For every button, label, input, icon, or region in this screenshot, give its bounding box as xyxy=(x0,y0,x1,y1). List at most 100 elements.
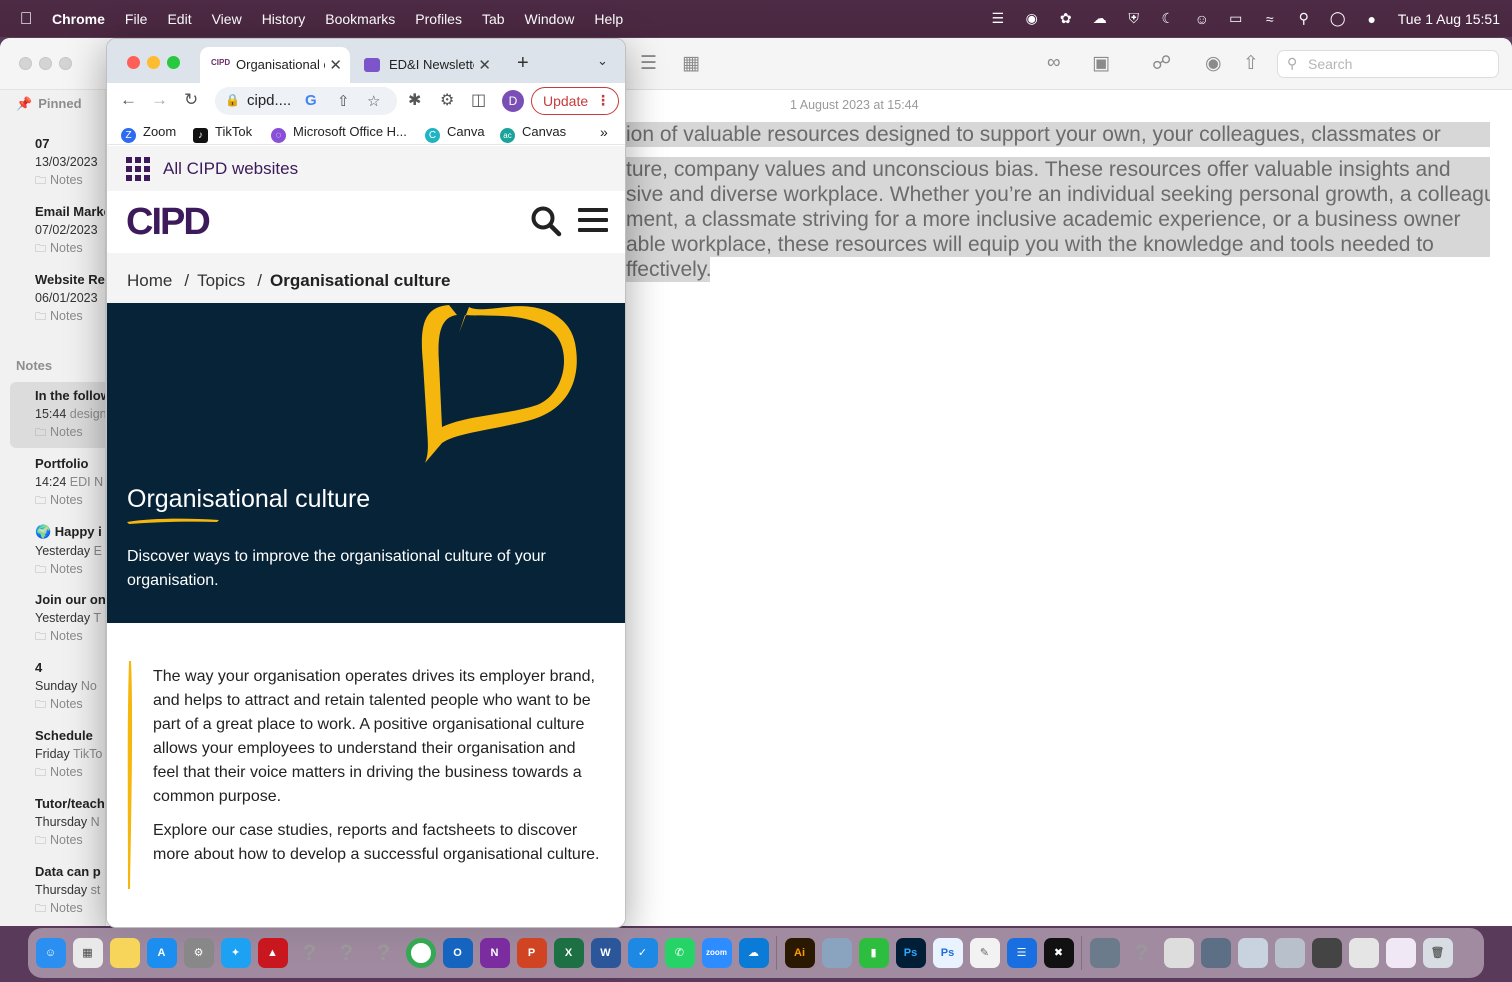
note-list-item[interactable]: 🌍 Happy i Yesterday E 🗀 Notes xyxy=(10,518,105,584)
bookmark-canva[interactable]: C Canva xyxy=(425,124,485,143)
update-button[interactable]: Update ⋮ xyxy=(531,87,619,115)
hamburger-menu-icon[interactable] xyxy=(578,208,608,238)
back-arrow-icon[interactable]: ← xyxy=(120,90,137,110)
note-list-item[interactable]: Website Re 06/01/2023 🗀 Notes xyxy=(10,266,105,332)
bookmark-canvas[interactable]: ac Canvas xyxy=(500,124,566,143)
battery-icon[interactable]: ▭ xyxy=(1226,10,1246,27)
textedit-icon[interactable]: ✎ xyxy=(969,938,1000,968)
excel-icon[interactable]: X xyxy=(553,938,584,968)
photoshop-icon[interactable]: Ps xyxy=(895,938,926,968)
menu-edit[interactable]: Edit xyxy=(157,11,201,27)
note-list-item[interactable]: Data can p Thursday st 🗀 Notes xyxy=(10,858,105,924)
unknown-app-icon[interactable]: ? xyxy=(369,938,399,968)
notes-minimize-button[interactable] xyxy=(39,57,52,70)
control-center-icon[interactable]: ◯ xyxy=(1328,10,1348,27)
twitter-icon[interactable]: ✦ xyxy=(220,938,251,968)
note-list-item[interactable]: Join our on Yesterday T 🗀 Notes xyxy=(10,586,105,652)
forward-arrow-icon[interactable]: → xyxy=(151,90,168,110)
extension-icon[interactable]: ⚙ xyxy=(440,90,454,110)
moon-icon[interactable]: ☾ xyxy=(1158,10,1178,27)
zoom-app-icon[interactable]: zoom xyxy=(701,938,732,968)
profile-avatar[interactable]: D xyxy=(502,90,524,112)
breadcrumb-home[interactable]: Home xyxy=(127,271,172,290)
bookmark-microsoft-office[interactable]: ◌ Microsoft Office H... xyxy=(271,124,407,143)
tab-organisational-culture[interactable]: CIPD Organisational c ✕ xyxy=(200,47,350,83)
menu-view[interactable]: View xyxy=(202,11,252,27)
preview-icon[interactable] xyxy=(821,938,852,968)
todo-icon[interactable]: ✓ xyxy=(627,938,658,968)
icloud-icon[interactable]: ☁ xyxy=(1090,10,1110,27)
menu-tab[interactable]: Tab xyxy=(472,11,515,27)
note-list-item[interactable]: 4 Sunday No 🗀 Notes xyxy=(10,654,105,720)
menu-bookmarks[interactable]: Bookmarks xyxy=(315,11,405,27)
tab-search-chevron-icon[interactable]: ⌄ xyxy=(597,53,608,69)
menu-file[interactable]: File xyxy=(115,11,158,27)
files-stack-icon[interactable] xyxy=(1348,938,1379,968)
share-people-icon[interactable]: ◉ xyxy=(1205,52,1222,75)
bookmark-star-icon[interactable]: ☆ xyxy=(367,92,380,110)
note-list-item[interactable]: Schedule Friday TikTo 🗀 Notes xyxy=(10,722,105,788)
close-tab-icon[interactable]: ✕ xyxy=(474,56,491,74)
siri-icon[interactable]: ● xyxy=(1362,11,1382,27)
google-lens-icon[interactable]: G xyxy=(305,92,317,109)
notes-close-button[interactable] xyxy=(19,57,32,70)
wifi-icon[interactable]: ≈ xyxy=(1260,11,1280,27)
cipd-logo[interactable]: CIPD xyxy=(126,201,211,244)
media-icon[interactable]: ▣ xyxy=(1092,52,1110,75)
menu-profiles[interactable]: Profiles xyxy=(405,11,472,27)
zoom-window-button[interactable] xyxy=(167,56,180,69)
menu-help[interactable]: Help xyxy=(584,11,633,27)
reload-icon[interactable]: ↻ xyxy=(184,90,198,110)
user-icon[interactable]: ☺ xyxy=(1192,11,1212,27)
share-icon[interactable]: ⇧ xyxy=(337,92,350,110)
menu-app-name[interactable]: Chrome xyxy=(52,11,115,27)
whatsapp-icon[interactable]: ✆ xyxy=(664,938,695,968)
search-icon[interactable] xyxy=(530,205,562,237)
recent-file-icon[interactable] xyxy=(1200,938,1231,968)
unknown-app-icon[interactable]: ? xyxy=(1127,938,1157,968)
new-tab-plus-icon[interactable]: + xyxy=(517,52,529,75)
image-capture-icon[interactable] xyxy=(1163,938,1194,968)
all-cipd-websites-bar[interactable]: All CIPD websites xyxy=(107,146,625,191)
grammarly-icon[interactable]: ◉ xyxy=(1022,10,1042,27)
word-icon[interactable]: W xyxy=(590,938,621,968)
outlook-icon[interactable]: O xyxy=(442,938,473,968)
share-icon[interactable]: ⇧ xyxy=(1243,52,1259,75)
creative-cloud-icon[interactable]: ✿ xyxy=(1056,10,1076,27)
side-panel-icon[interactable]: ◫ xyxy=(471,90,486,110)
shield-icon[interactable]: ⛨ xyxy=(1124,10,1144,27)
menu-history[interactable]: History xyxy=(252,11,316,27)
breadcrumb-topics[interactable]: Topics xyxy=(197,271,245,290)
unknown-app-icon[interactable]: ? xyxy=(295,938,325,968)
tab-edi-newsletter[interactable]: ED&I Newsletter ✕ xyxy=(353,47,499,83)
photoshop-express-icon[interactable]: Ps xyxy=(932,938,963,968)
chrome-icon[interactable] xyxy=(405,938,436,968)
minimize-window-button[interactable] xyxy=(147,56,160,69)
launchpad-icon[interactable]: ▦ xyxy=(72,938,103,968)
acrobat-icon[interactable]: ▲ xyxy=(257,938,288,968)
numbers-icon[interactable]: ▮ xyxy=(858,938,889,968)
text-menu-icon[interactable]: ☰ xyxy=(988,10,1008,27)
finder-icon[interactable]: ☺ xyxy=(35,938,66,968)
menu-clock[interactable]: Tue 1 Aug 15:51 xyxy=(1398,11,1500,27)
extensions-puzzle-icon[interactable]: ✱ xyxy=(408,90,421,110)
note-list-item[interactable]: Tutor/teach Thursday N 🗀 Notes xyxy=(10,790,105,856)
bookmarks-overflow-icon[interactable]: » xyxy=(600,124,608,140)
address-bar[interactable]: 🔒 cipd.... G ⇧ ☆ xyxy=(215,87,397,115)
notes-search-input[interactable]: ⚲ Search xyxy=(1277,50,1499,78)
notes-zoom-button[interactable] xyxy=(59,57,72,70)
collaborate-icon[interactable]: ∞ xyxy=(1047,52,1061,74)
bookmark-tiktok[interactable]: ♪ TikTok xyxy=(193,124,252,143)
screenshot-stack-icon[interactable] xyxy=(1311,938,1342,968)
onenote-icon[interactable]: N xyxy=(479,938,510,968)
close-window-button[interactable] xyxy=(127,56,140,69)
docs-icon[interactable]: ☰ xyxy=(1006,938,1037,968)
note-list-item[interactable]: Portfolio 14:24 EDI N 🗀 Notes xyxy=(10,450,105,516)
app-store-icon[interactable]: A xyxy=(146,938,177,968)
all-cipd-websites-link[interactable]: All CIPD websites xyxy=(163,159,298,179)
apple-menu-icon[interactable]:  xyxy=(0,9,52,29)
onedrive-icon[interactable]: ☁ xyxy=(738,938,769,968)
kebab-menu-icon[interactable]: ⋮ xyxy=(596,92,610,109)
note-list-item[interactable]: Email Marketing 07/02/2023 🗀Notes xyxy=(10,198,105,264)
bookmark-zoom[interactable]: Z Zoom xyxy=(121,124,176,143)
